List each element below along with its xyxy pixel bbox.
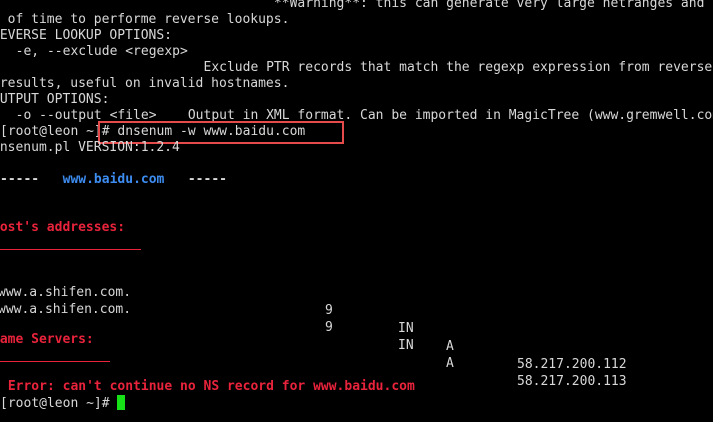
host-class: IN [398,321,414,336]
prompt-user-host: [root@leon ~] [0,124,102,139]
host-address-row: www.a.shifen.com. 9 IN A 58.217.200.113 [0,283,713,389]
terminal-cursor[interactable] [117,395,126,410]
version-line: dnsenum.pl VERSION:1.2.4 [0,140,180,155]
host-name: www.a.shifen.com. [0,302,132,317]
name-servers-underline [0,361,110,362]
host-ttl: 9 [325,303,333,318]
host-ttl: 9 [325,320,333,335]
banner-left-dashes: ----- [0,172,63,187]
banner-domain: www.baidu.com [62,172,165,187]
host-record-type: A [446,356,454,371]
error-message: Error: can't continue no NS record for w… [0,379,415,394]
final-prompt: [root@leon ~]# [0,396,118,411]
host-ip-address: 58.217.200.113 [517,374,627,389]
host-class: IN [398,338,414,353]
host-addresses-underline [0,249,141,250]
host-address-row: www.a.shifen.com. 9 IN A 58.217.200.112 [0,266,713,372]
name-servers-heading: Name Servers: [0,332,94,347]
domain-banner: ----- www.baidu.com ----- [0,171,227,189]
final-prompt-line[interactable]: [root@leon ~]# [0,395,126,413]
host-ip-address: 58.217.200.112 [517,357,627,372]
banner-right-dashes: ----- [164,172,227,187]
host-addresses-heading: Host's addresses: [0,220,126,235]
host-record-type: A [446,339,454,354]
terminal-window[interactable]: **Warning**: this can generate very larg… [0,0,713,422]
